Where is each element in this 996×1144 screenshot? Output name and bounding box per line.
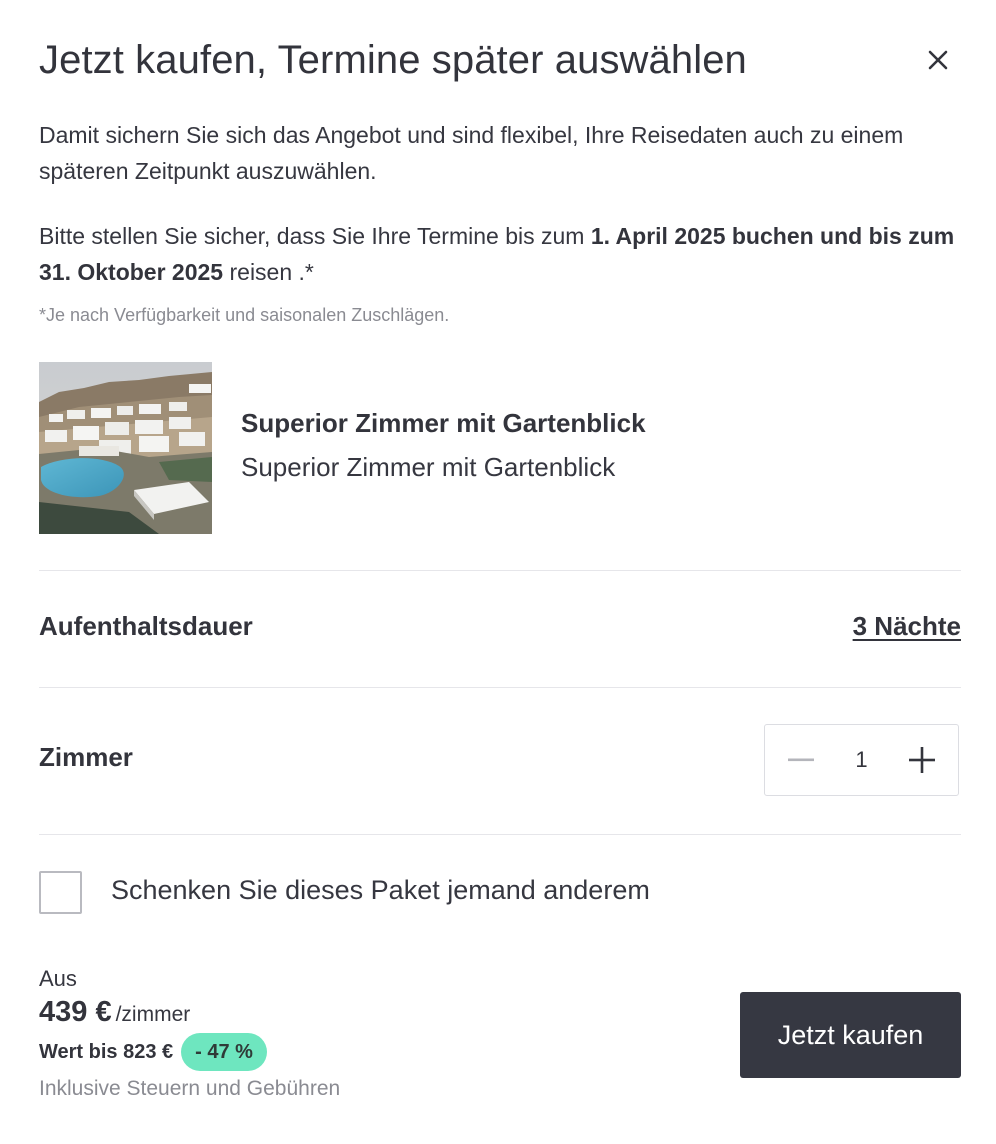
decrement-button[interactable] bbox=[765, 725, 837, 795]
footnote: *Je nach Verfügbarkeit und saisonalen Zu… bbox=[39, 305, 450, 325]
taxes-note: Inklusive Steuern und Gebühren bbox=[39, 1077, 341, 1100]
discount-badge: - 47 % bbox=[181, 1033, 267, 1071]
intro-text: Damit sichern Sie sich das Angebot und s… bbox=[39, 122, 904, 184]
rooms-label: Zimmer bbox=[39, 742, 133, 772]
price-unit: /zimmer bbox=[115, 1003, 191, 1026]
gift-checkbox[interactable] bbox=[39, 871, 82, 914]
close-icon bbox=[928, 50, 948, 70]
price-from-label: Aus bbox=[39, 966, 77, 991]
plus-icon bbox=[909, 747, 935, 773]
rooms-quantity-value: 1 bbox=[855, 747, 868, 772]
divider bbox=[39, 687, 961, 688]
gift-checkbox-label[interactable]: Schenken Sie dieses Paket jemand anderem bbox=[111, 875, 650, 906]
original-value: Wert bis 823 € bbox=[39, 1040, 174, 1063]
price-value: 439 € bbox=[39, 996, 112, 1028]
increment-button[interactable] bbox=[886, 725, 958, 795]
deadline-notice: Bitte stellen Sie sicher, dass Sie Ihre … bbox=[39, 218, 964, 290]
room-title: Superior Zimmer mit Gartenblick bbox=[241, 408, 646, 438]
divider bbox=[39, 834, 961, 835]
dialog-title: Jetzt kaufen, Termine später auswählen bbox=[39, 38, 747, 82]
notice-suffix: reisen .* bbox=[223, 259, 314, 285]
close-button[interactable] bbox=[920, 42, 956, 78]
minus-icon bbox=[788, 758, 814, 762]
price-row: 439 €/zimmer bbox=[39, 996, 190, 1029]
divider bbox=[39, 570, 961, 571]
buy-now-button[interactable]: Jetzt kaufen bbox=[740, 992, 961, 1078]
notice-prefix: Bitte stellen Sie sicher, dass Sie Ihre … bbox=[39, 223, 591, 249]
room-subtitle: Superior Zimmer mit Gartenblick bbox=[241, 452, 616, 482]
room-photo bbox=[39, 362, 212, 534]
stay-duration-label: Aufenthaltsdauer bbox=[39, 611, 253, 641]
value-row: Wert bis 823 € - 47 % bbox=[39, 1033, 267, 1071]
rooms-quantity-stepper[interactable]: 1 bbox=[764, 724, 959, 796]
stay-duration-link[interactable]: 3 Nächte bbox=[853, 611, 961, 642]
